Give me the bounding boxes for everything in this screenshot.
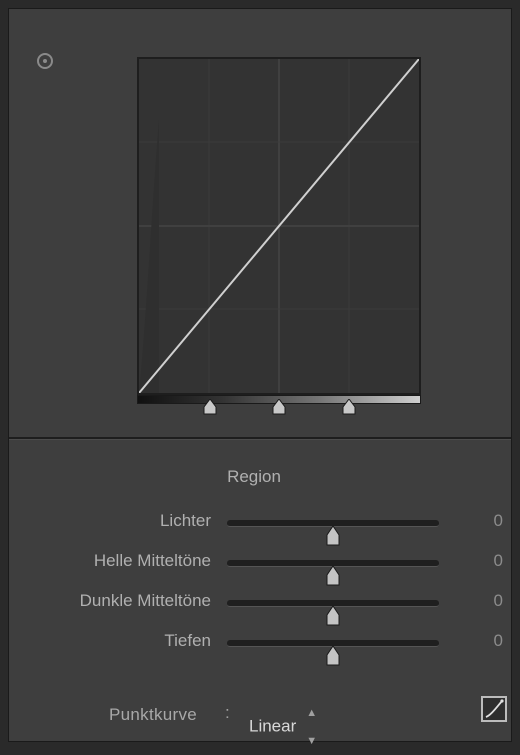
split-handle-icon — [271, 398, 287, 415]
slider-track[interactable] — [227, 560, 439, 586]
slider-thumb-icon — [326, 565, 340, 586]
slider-value: 0 — [493, 631, 503, 650]
point-curve-colon: : — [225, 703, 230, 722]
slider-thumb-icon — [326, 605, 340, 626]
slider-value: 0 — [493, 591, 503, 610]
target-adjustment-icon[interactable] — [37, 53, 53, 69]
slider-track[interactable] — [227, 600, 439, 626]
slider-track[interactable] — [227, 520, 439, 546]
split-handle-icon — [202, 398, 218, 415]
slider-label: Dunkle Mitteltöne — [79, 591, 211, 610]
slider-row-dunkle-mitteltoene: Dunkle Mitteltöne 0 — [9, 587, 511, 626]
slider-thumb[interactable] — [325, 645, 341, 666]
slider-thumb-icon — [326, 525, 340, 546]
slider-thumb[interactable] — [325, 605, 341, 626]
up-down-arrows-icon: ▲ ▼ — [306, 707, 318, 747]
slider-track[interactable] — [227, 640, 439, 666]
section-divider — [9, 437, 511, 440]
slider-thumb[interactable] — [325, 565, 341, 586]
tone-curve-panel: Region Lichter 0 Helle Mitteltöne 0 Dunk… — [8, 8, 512, 747]
slider-label: Helle Mitteltöne — [93, 551, 211, 570]
slider-value: 0 — [493, 551, 503, 570]
slider-row-helle-mitteltoene: Helle Mitteltöne 0 — [9, 547, 511, 586]
slider-row-lichter: Lichter 0 — [9, 507, 511, 546]
slider-thumb-icon — [326, 645, 340, 666]
slider-value: 0 — [493, 511, 503, 530]
point-curve-selected-value: Linear — [249, 716, 297, 736]
slider-label: Tiefen — [164, 631, 211, 650]
point-curve-select[interactable]: Linear ▲ ▼ — [249, 699, 323, 747]
slider-row-tiefen: Tiefen 0 — [9, 627, 511, 666]
edit-point-curve-icon — [485, 699, 504, 718]
curve-graph-canvas — [139, 59, 419, 393]
split-handle-icon — [341, 398, 357, 415]
region-title: Region — [227, 467, 281, 486]
edit-point-curve-button[interactable] — [481, 696, 507, 722]
slider-thumb[interactable] — [325, 525, 341, 546]
tone-curve-graph[interactable] — [137, 57, 421, 395]
slider-label: Lichter — [159, 511, 211, 530]
point-curve-label: Punktkurve — [109, 705, 198, 724]
histogram-shadow — [139, 119, 159, 393]
